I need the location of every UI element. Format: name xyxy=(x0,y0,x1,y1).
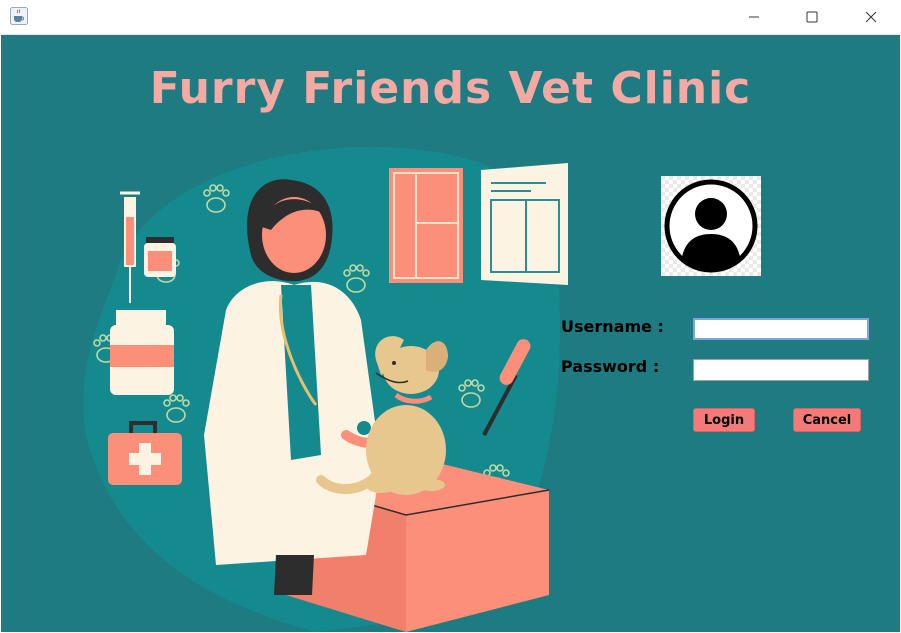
page-title: Furry Friends Vet Clinic xyxy=(149,63,752,114)
username-label: Username : xyxy=(561,317,664,336)
maximize-icon xyxy=(806,11,818,23)
login-panel: Furry Friends Vet Clinic Username: Pass… xyxy=(1,35,900,632)
cancel-button[interactable]: Cancel xyxy=(793,408,861,432)
username-field[interactable] xyxy=(693,318,869,340)
maximize-button[interactable] xyxy=(789,0,835,34)
close-icon xyxy=(865,11,877,23)
vet-illustration xyxy=(83,146,568,632)
minimize-button[interactable] xyxy=(731,0,777,34)
login-button[interactable]: Login xyxy=(693,408,755,432)
window-titlebar xyxy=(0,0,901,35)
password-label: Password : xyxy=(561,357,660,376)
user-avatar-icon xyxy=(661,176,761,276)
password-field[interactable] xyxy=(693,359,869,381)
minimize-icon xyxy=(749,16,759,18)
close-button[interactable] xyxy=(848,0,894,34)
java-cup-icon xyxy=(10,7,28,25)
